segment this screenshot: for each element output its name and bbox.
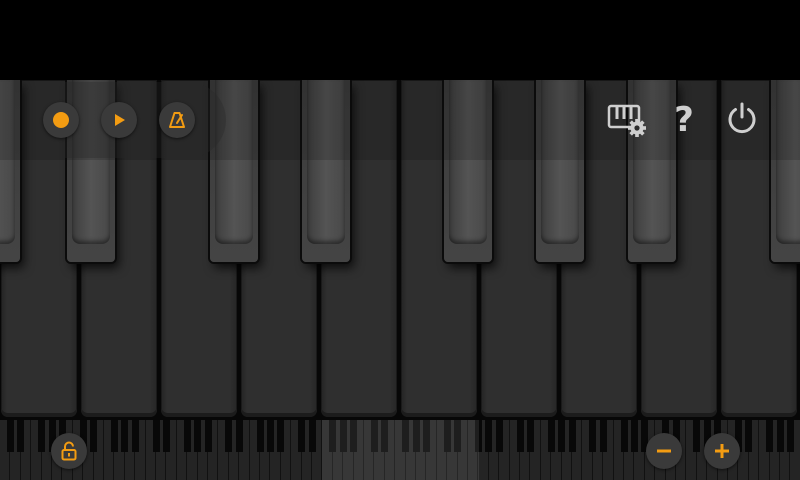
mini-black-key bbox=[558, 420, 566, 452]
metronome-button[interactable] bbox=[159, 102, 195, 138]
help-icon: ? bbox=[674, 100, 694, 140]
mini-black-key bbox=[152, 420, 160, 452]
app-screen: ? bbox=[0, 0, 800, 480]
mini-black-key bbox=[568, 420, 576, 452]
keyboard-settings-icon bbox=[607, 104, 646, 137]
mini-black-key bbox=[620, 420, 628, 452]
black-key-cap bbox=[307, 80, 345, 244]
mini-black-key bbox=[256, 420, 264, 452]
keyboard-settings-button[interactable] bbox=[604, 100, 648, 140]
black-key[interactable] bbox=[536, 80, 584, 262]
black-key-cap bbox=[541, 80, 579, 244]
mini-black-key bbox=[6, 420, 14, 452]
black-key-cap bbox=[776, 80, 800, 244]
mini-black-key bbox=[786, 420, 794, 452]
record-icon bbox=[53, 112, 69, 128]
black-key[interactable] bbox=[302, 80, 350, 262]
mini-black-key bbox=[110, 420, 118, 452]
mini-black-key bbox=[183, 420, 191, 452]
metronome-icon bbox=[169, 112, 185, 128]
minus-icon bbox=[657, 449, 671, 453]
mini-black-key bbox=[90, 420, 98, 452]
zoom-in-button[interactable] bbox=[704, 433, 740, 469]
plus-icon bbox=[715, 444, 729, 458]
mini-black-key bbox=[17, 420, 25, 452]
mini-black-key bbox=[776, 420, 784, 452]
mini-black-key bbox=[308, 420, 316, 452]
play-icon bbox=[115, 114, 125, 126]
power-button[interactable] bbox=[722, 98, 762, 138]
mini-black-key bbox=[745, 420, 753, 452]
mini-black-key bbox=[693, 420, 701, 452]
lock-button[interactable] bbox=[51, 433, 87, 469]
help-button[interactable]: ? bbox=[666, 100, 702, 140]
mini-black-key bbox=[204, 420, 212, 452]
lock-open-icon bbox=[61, 441, 77, 461]
black-key[interactable] bbox=[444, 80, 492, 262]
black-key[interactable] bbox=[0, 80, 20, 262]
power-icon bbox=[728, 102, 756, 134]
mini-black-key bbox=[235, 420, 243, 452]
mini-black-key bbox=[225, 420, 233, 452]
mini-black-key bbox=[495, 420, 503, 452]
mini-black-key bbox=[599, 420, 607, 452]
mini-black-key bbox=[547, 420, 555, 452]
mini-black-key bbox=[121, 420, 129, 452]
mini-black-key bbox=[277, 420, 285, 452]
mini-black-key bbox=[630, 420, 638, 452]
mini-black-key bbox=[485, 420, 493, 452]
black-key-cap bbox=[0, 80, 15, 244]
record-button[interactable] bbox=[43, 102, 79, 138]
mini-black-key bbox=[194, 420, 202, 452]
navigator-visible-range[interactable] bbox=[322, 420, 479, 480]
status-bar bbox=[0, 0, 800, 80]
mini-black-key bbox=[298, 420, 306, 452]
mini-black-key bbox=[526, 420, 534, 452]
mini-black-key bbox=[766, 420, 774, 452]
mini-black-key bbox=[38, 420, 46, 452]
zoom-out-button[interactable] bbox=[646, 433, 682, 469]
play-button[interactable] bbox=[101, 102, 137, 138]
black-key[interactable] bbox=[771, 80, 800, 262]
mini-black-key bbox=[589, 420, 597, 452]
mini-black-key bbox=[266, 420, 274, 452]
black-key-cap bbox=[449, 80, 487, 244]
mini-black-key bbox=[516, 420, 524, 452]
mini-black-key bbox=[131, 420, 139, 452]
mini-black-key bbox=[162, 420, 170, 452]
